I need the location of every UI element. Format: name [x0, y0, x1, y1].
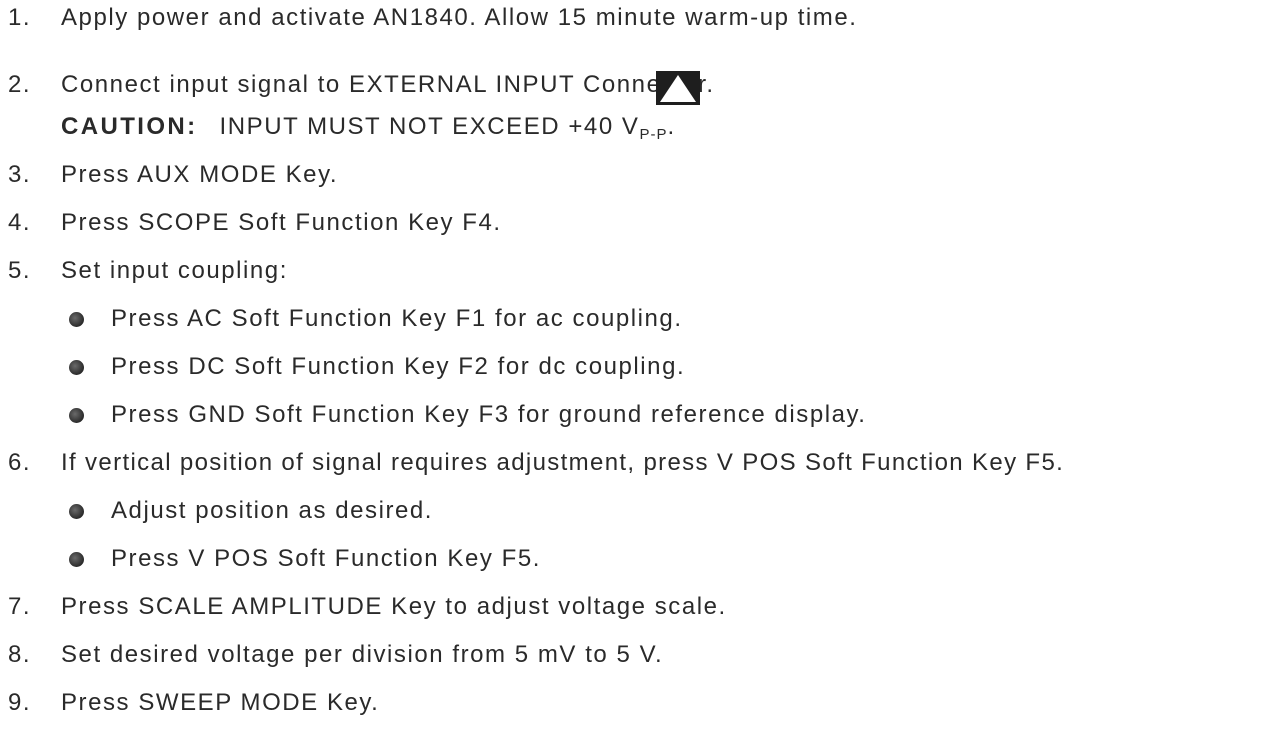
caution-text: INPUT MUST NOT EXCEED +40 V — [219, 113, 640, 140]
bullet-icon — [69, 360, 84, 375]
step-number: 1. — [8, 4, 32, 31]
step-number: 8. — [8, 641, 32, 668]
step-number: 9. — [8, 689, 32, 716]
step-text: If vertical position of signal requires … — [61, 449, 1065, 476]
bullet-text: Press V POS Soft Function Key F5. — [111, 545, 541, 572]
caution-triangle-icon — [656, 71, 700, 105]
step-text: Set input coupling: — [61, 257, 288, 284]
caution-suffix: . — [667, 113, 676, 140]
step-number: 6. — [8, 449, 32, 476]
caution-label: CAUTION: — [61, 113, 198, 140]
step-text: Set desired voltage per division from 5 … — [61, 641, 664, 668]
step-text: Press SCOPE Soft Function Key F4. — [61, 209, 502, 236]
step-number: 7. — [8, 593, 32, 620]
bullet-text: Press AC Soft Function Key F1 for ac cou… — [111, 305, 683, 332]
step-text: Press AUX MODE Key. — [61, 161, 339, 188]
step-number: 5. — [8, 257, 32, 284]
bullet-text: Press DC Soft Function Key F2 for dc cou… — [111, 353, 686, 380]
step-text: Press SWEEP MODE Key. — [61, 689, 380, 716]
bullet-icon — [69, 312, 84, 327]
step-text: Press SCALE AMPLITUDE Key to adjust volt… — [61, 593, 727, 620]
caution-subscript: P-P — [639, 126, 668, 143]
step-text: Connect input signal to EXTERNAL INPUT C… — [61, 71, 715, 98]
step-number: 4. — [8, 209, 32, 236]
step-number: 2. — [8, 71, 32, 98]
bullet-icon — [69, 504, 84, 519]
step-text: Apply power and activate AN1840. Allow 1… — [61, 4, 858, 31]
bullet-text: Press GND Soft Function Key F3 for groun… — [111, 401, 867, 428]
procedure-page: 1. Apply power and activate AN1840. Allo… — [0, 0, 1270, 754]
step-number: 3. — [8, 161, 32, 188]
bullet-icon — [69, 552, 84, 567]
bullet-text: Adjust position as desired. — [111, 497, 434, 524]
bullet-icon — [69, 408, 84, 423]
